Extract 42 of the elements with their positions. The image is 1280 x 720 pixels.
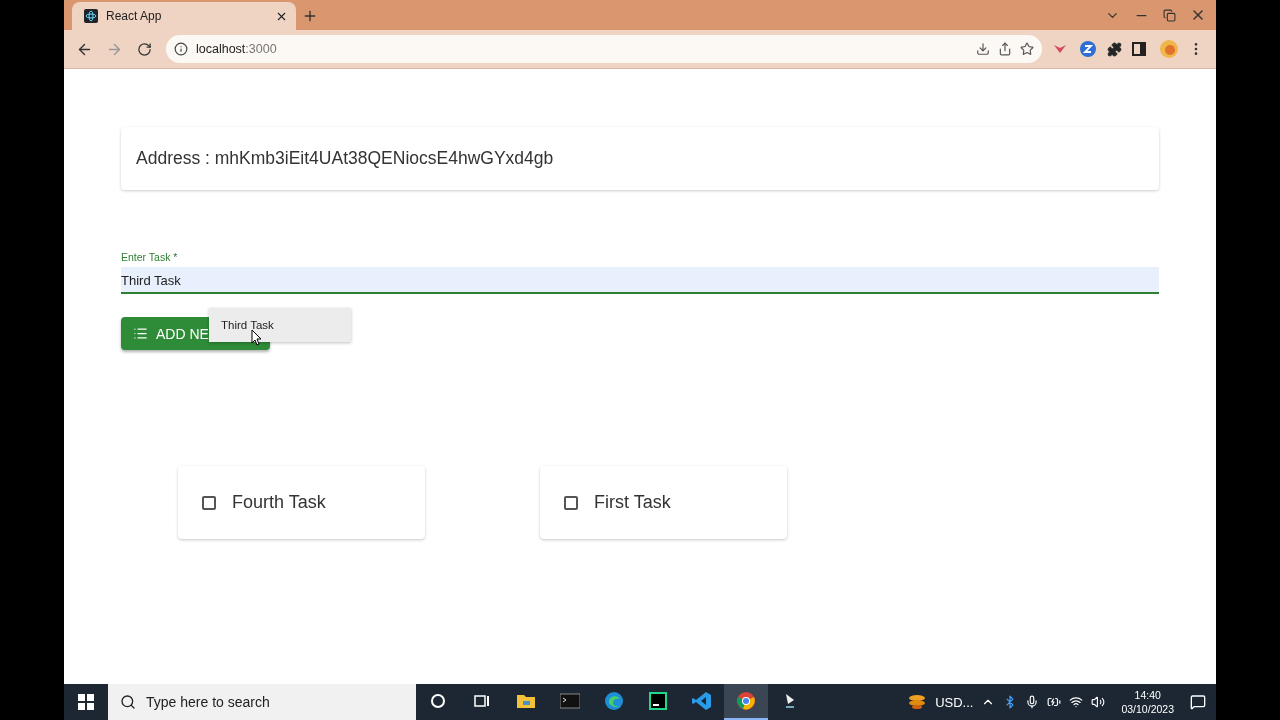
ide-icon	[649, 692, 667, 710]
cursor-icon	[251, 329, 263, 346]
windows-start-icon[interactable]	[78, 694, 94, 710]
battery-icon[interactable]	[1047, 695, 1062, 709]
task-field[interactable]: Third Task	[121, 267, 1159, 294]
task-title: Fourth Task	[232, 492, 326, 513]
circle-icon	[430, 693, 446, 709]
reload-icon[interactable]	[136, 41, 152, 57]
address-card: Address : mhKmb3iEit4UAt38QENiocsE4hwGYxd4gb	[121, 127, 1159, 190]
checkbox[interactable]	[202, 495, 216, 510]
search-icon	[120, 694, 136, 710]
clock[interactable]: 14:40 03/10/2023	[1121, 688, 1174, 716]
extension-icon[interactable]	[1080, 41, 1096, 57]
coins-icon[interactable]	[907, 693, 928, 711]
checkbox[interactable]	[564, 495, 578, 510]
code-editor-icon	[692, 691, 712, 711]
chrome-icon	[736, 691, 756, 711]
terminal-icon	[560, 693, 580, 709]
restore-icon[interactable]	[1163, 8, 1176, 22]
taskbar-search[interactable]: Type here to search	[108, 684, 416, 720]
autocomplete-suggestion[interactable]: Third Task	[209, 308, 351, 342]
install-icon[interactable]	[976, 42, 990, 56]
task-view-icon	[473, 693, 491, 709]
browser-tab[interactable]: React App	[72, 2, 296, 30]
extensions-icon[interactable]	[1106, 41, 1122, 57]
list-icon	[133, 326, 148, 341]
wifi-icon[interactable]	[1069, 695, 1084, 709]
new-tab-icon[interactable]	[302, 8, 318, 24]
notifications-icon[interactable]	[1190, 694, 1206, 710]
edge-icon	[604, 691, 624, 711]
volume-icon[interactable]	[1091, 695, 1106, 709]
folder-icon	[516, 693, 536, 709]
field-label: Enter Task *	[121, 251, 178, 263]
share-icon[interactable]	[998, 42, 1012, 56]
microphone-icon[interactable]	[1025, 695, 1040, 709]
task-title: First Task	[594, 492, 671, 513]
tray-label[interactable]: USD...	[935, 694, 974, 710]
star-icon[interactable]	[1020, 42, 1034, 56]
side-panel-icon[interactable]	[1132, 42, 1146, 56]
react-icon	[84, 9, 98, 23]
tab-title: React App	[106, 9, 163, 23]
info-icon[interactable]	[174, 42, 188, 56]
